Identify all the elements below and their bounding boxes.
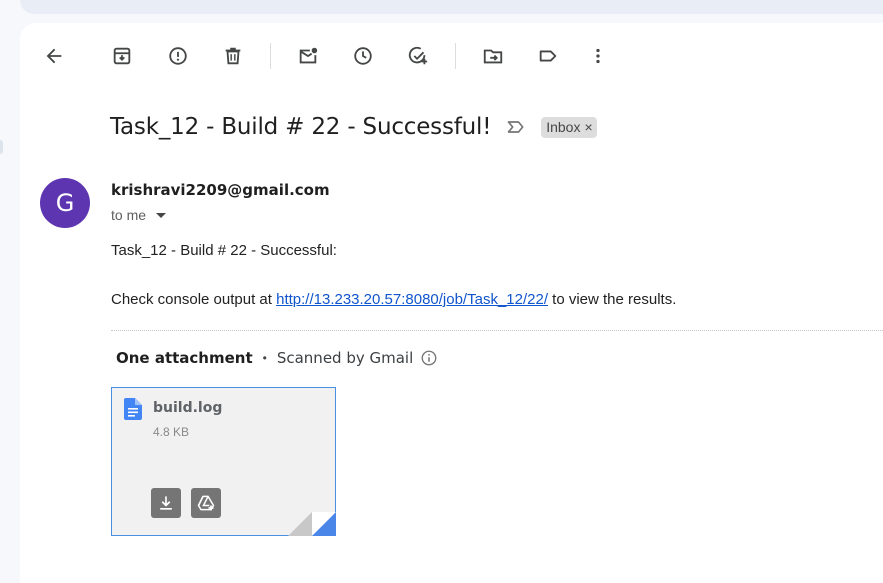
delete-icon (225, 47, 241, 65)
label-chip-text: Inbox (546, 118, 581, 135)
top-strip (20, 0, 883, 14)
importance-marker[interactable] (505, 116, 527, 138)
back-button[interactable] (37, 39, 71, 73)
file-type-corner-icon (288, 512, 336, 536)
delete-button[interactable] (216, 39, 250, 73)
avatar[interactable]: G (40, 178, 90, 228)
subject-row: Task_12 - Build # 22 - Successful! Inbox… (110, 109, 597, 145)
attachment-filesize: 4.8 KB (153, 425, 190, 439)
body-line-1: Task_12 - Build # 22 - Successful: (111, 242, 337, 259)
sidebar-edge (0, 140, 3, 154)
message-pane: Task_12 - Build # 22 - Successful! Inbox… (20, 23, 883, 583)
move-to-button[interactable] (476, 39, 510, 73)
download-icon (160, 496, 172, 510)
toolbar-divider (270, 43, 271, 69)
attachment-count: One attachment (116, 349, 253, 367)
more-options-button[interactable] (581, 39, 615, 73)
report-spam-button[interactable] (161, 39, 195, 73)
show-details-chevron-icon[interactable] (156, 212, 167, 218)
info-icon[interactable] (420, 349, 438, 367)
add-to-drive-icon (197, 495, 215, 511)
label-icon (539, 50, 557, 62)
document-icon (124, 398, 142, 420)
body-text-prefix: Check console output at (111, 291, 277, 308)
header-separator: • (262, 351, 267, 365)
remove-label-button[interactable]: × (584, 119, 592, 135)
attachments-header: One attachment • Scanned by Gmail (116, 349, 438, 367)
mark-unread-button[interactable] (291, 39, 325, 73)
recipient-line: to me (111, 207, 167, 223)
label-button[interactable] (531, 39, 565, 73)
back-arrow-icon (46, 48, 62, 64)
avatar-letter: G (55, 189, 75, 217)
body-text-suffix: to view the results. (548, 291, 677, 308)
snooze-icon (354, 47, 372, 65)
add-to-tasks-icon (408, 46, 428, 65)
toolbar-divider (455, 43, 456, 69)
inbox-label-chip: Inbox × (541, 116, 597, 138)
body-line-2: Check console output at http://13.233.20… (111, 291, 676, 308)
save-to-drive-button[interactable] (191, 488, 221, 518)
mark-unread-icon (299, 47, 318, 64)
attachment-filename: build.log (153, 400, 223, 416)
sender-address[interactable]: krishravi2209@gmail.com (111, 181, 330, 199)
attachments-divider (111, 330, 883, 331)
scanned-by-gmail: Scanned by Gmail (276, 349, 414, 367)
message-toolbar (20, 23, 883, 85)
important-marker-icon (507, 121, 524, 133)
recipient-text: to me (111, 207, 147, 223)
archive-button[interactable] (105, 39, 139, 73)
attachment-card[interactable]: build.log 4.8 KB (111, 387, 336, 536)
report-spam-icon (169, 47, 187, 65)
download-button[interactable] (151, 488, 181, 518)
snooze-button[interactable] (346, 39, 380, 73)
add-to-tasks-button[interactable] (401, 39, 435, 73)
more-vert-icon (596, 48, 600, 64)
console-output-link[interactable]: http://13.233.20.57:8080/job/Task_12/22/ (276, 291, 548, 308)
archive-icon (113, 47, 131, 65)
move-to-icon (483, 49, 503, 64)
email-subject: Task_12 - Build # 22 - Successful! (110, 114, 492, 140)
